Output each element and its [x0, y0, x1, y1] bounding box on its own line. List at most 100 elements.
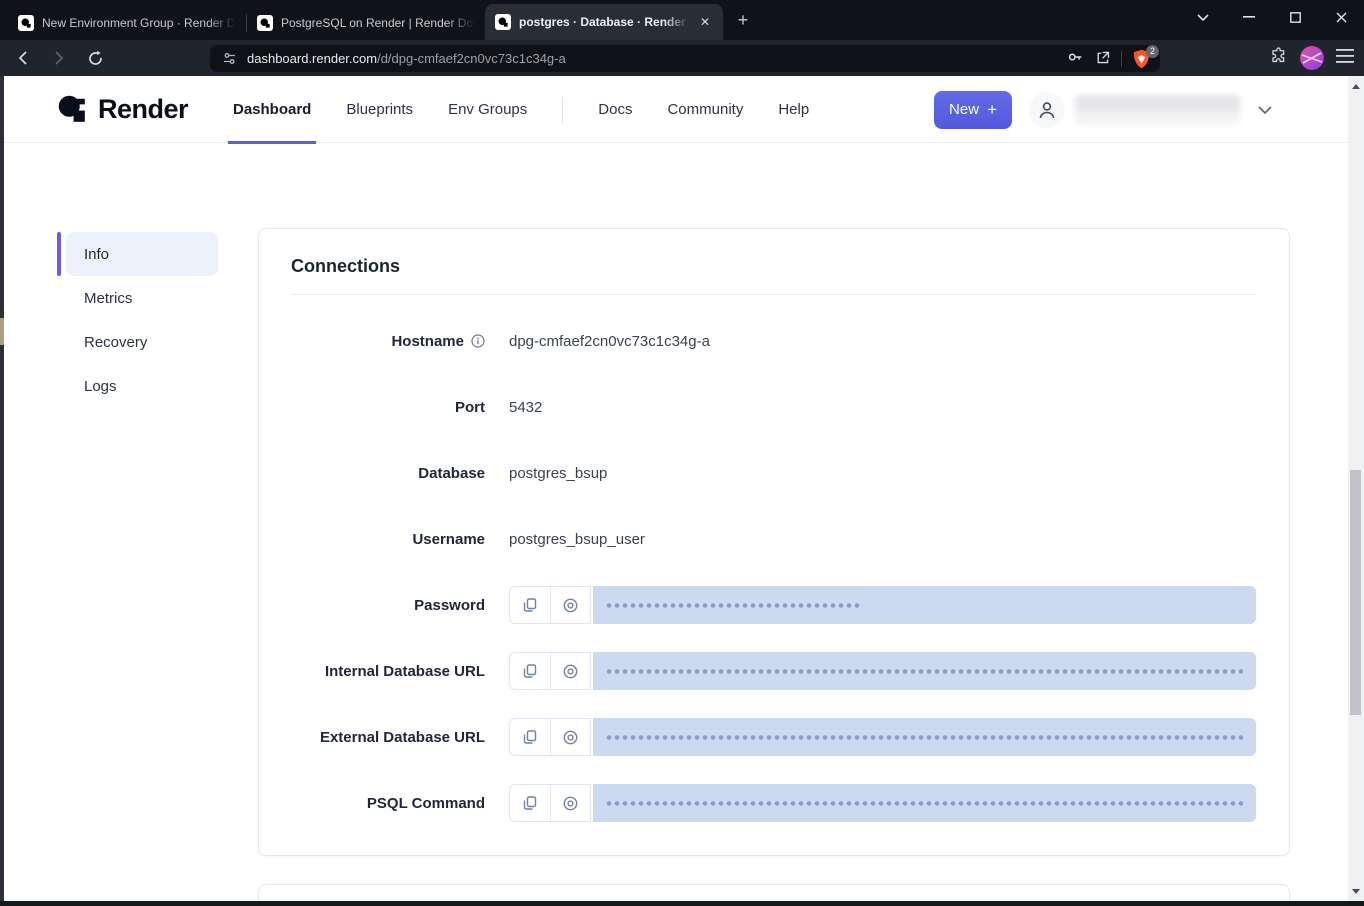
field-actions: [509, 718, 591, 756]
row-label-text: Port: [455, 399, 485, 416]
toolbar-right: [1269, 40, 1354, 76]
psql-command-masked-field[interactable]: [593, 784, 1256, 822]
reveal-eye-button[interactable]: [550, 719, 590, 755]
new-button-label: New: [949, 101, 979, 118]
masked-dots: [605, 735, 1243, 740]
forward-button[interactable]: [44, 43, 74, 73]
sidebar-item-info[interactable]: Info: [66, 232, 218, 276]
render-favicon-icon: [18, 15, 34, 31]
url-text: dashboard.render.com/d/dpg-cmfaef2cn0vc7…: [247, 51, 566, 66]
render-logo-icon: [58, 95, 88, 125]
row-label-text: Database: [418, 465, 485, 482]
nav-env-groups[interactable]: Env Groups: [448, 76, 527, 143]
scrollbar-thumb[interactable]: [1350, 470, 1361, 715]
tab-close-icon[interactable]: ✕: [697, 14, 713, 30]
site-settings-icon[interactable]: [222, 51, 237, 66]
connections-rows: Hostname dpg-cmfaef2cn0vc73c1c34g-a Port…: [259, 295, 1289, 822]
browser-tab-strip: New Environment Group · Render Das Postg…: [0, 0, 1364, 40]
copy-button[interactable]: [510, 587, 550, 623]
database-value[interactable]: postgres_bsup: [509, 465, 607, 482]
info-icon[interactable]: [471, 334, 485, 348]
browser-tab-active[interactable]: postgres · Database · Render Da ✕: [485, 4, 723, 40]
account-avatar[interactable]: [1029, 92, 1065, 128]
tab-search-chevron-icon[interactable]: [1180, 1, 1226, 33]
render-logo[interactable]: Render: [58, 76, 188, 143]
nav-dashboard[interactable]: Dashboard: [233, 76, 311, 143]
window-controls: [1180, 0, 1364, 34]
url-domain: dashboard.render.com: [247, 51, 377, 66]
external-url-masked-field[interactable]: [593, 718, 1256, 756]
account-chevron-down-icon[interactable]: [1258, 106, 1272, 114]
brave-shields-icon[interactable]: 2: [1132, 49, 1152, 69]
row-username: Username postgres_bsup_user: [291, 520, 1256, 558]
browser-tab-2[interactable]: PostgreSQL on Render | Render Docs: [247, 6, 485, 40]
connections-card: Connections Hostname dpg-cmfaef2cn0vc73c…: [258, 228, 1290, 856]
scroll-up-arrow-icon[interactable]: [1348, 78, 1364, 94]
minimize-button[interactable]: [1226, 1, 1272, 33]
app-header: Render Dashboard Blueprints Env Groups D…: [4, 76, 1348, 143]
reveal-eye-button[interactable]: [550, 587, 590, 623]
maximize-button[interactable]: [1272, 1, 1318, 33]
new-button[interactable]: New +: [934, 91, 1012, 129]
port-value[interactable]: 5432: [509, 399, 542, 416]
brand-name: Render: [98, 94, 188, 125]
copy-button[interactable]: [510, 719, 550, 755]
password-key-icon[interactable]: [1066, 48, 1084, 69]
nav-community[interactable]: Community: [667, 76, 743, 143]
address-bar-actions: 2: [1066, 45, 1152, 72]
close-window-button[interactable]: [1318, 1, 1364, 33]
row-label-text: Username: [412, 531, 485, 548]
password-masked-field[interactable]: [593, 586, 1256, 624]
window-edge-bottom: [0, 901, 1364, 906]
nav-blueprints[interactable]: Blueprints: [346, 76, 413, 143]
row-label-text: PSQL Command: [367, 795, 485, 812]
browser-tab-1[interactable]: New Environment Group · Render Das: [8, 6, 246, 40]
row-password: Password: [291, 586, 1256, 624]
render-dashboard-page: Render Dashboard Blueprints Env Groups D…: [0, 76, 1364, 901]
scroll-down-arrow-icon[interactable]: [1348, 883, 1364, 899]
copy-button[interactable]: [510, 653, 550, 689]
internal-url-masked-field[interactable]: [593, 652, 1256, 690]
copy-button[interactable]: [510, 785, 550, 821]
new-tab-button[interactable]: +: [729, 7, 757, 35]
address-bar[interactable]: dashboard.render.com/d/dpg-cmfaef2cn0vc7…: [210, 45, 1160, 72]
sidebar-item-label: Recovery: [84, 334, 147, 351]
hostname-value[interactable]: dpg-cmfaef2cn0vc73c1c34g-a: [509, 333, 710, 350]
masked-dots: [605, 669, 1243, 674]
reveal-eye-button[interactable]: [550, 785, 590, 821]
sidebar-item-label: Logs: [84, 378, 117, 395]
plus-icon: +: [987, 100, 997, 120]
browser-profile-avatar[interactable]: [1300, 46, 1324, 70]
browser-window: New Environment Group · Render Das Postg…: [0, 0, 1364, 906]
main-nav: Dashboard Blueprints Env Groups Docs Com…: [233, 76, 809, 143]
sidebar-item-metrics[interactable]: Metrics: [66, 276, 218, 320]
nav-help[interactable]: Help: [778, 76, 809, 143]
nav-divider: [562, 97, 563, 123]
reload-button[interactable]: [80, 43, 110, 73]
masked-dots: [605, 603, 863, 608]
row-port: Port 5432: [291, 388, 1256, 426]
url-path: /d/dpg-cmfaef2cn0vc73c1c34g-a: [377, 51, 566, 66]
page-scrollbar[interactable]: [1348, 76, 1364, 901]
window-edge-left: [0, 76, 4, 901]
browser-toolbar: dashboard.render.com/d/dpg-cmfaef2cn0vc7…: [0, 40, 1364, 76]
extensions-icon[interactable]: [1269, 46, 1288, 70]
header-right: New +: [934, 76, 1272, 143]
username-value[interactable]: postgres_bsup_user: [509, 531, 645, 548]
row-database: Database postgres_bsup: [291, 454, 1256, 492]
row-psql-command: PSQL Command: [291, 784, 1256, 822]
sidebar-item-recovery[interactable]: Recovery: [66, 320, 218, 364]
browser-menu-icon[interactable]: [1336, 49, 1354, 68]
sidebar: Info Metrics Recovery Logs: [66, 232, 218, 408]
field-actions: [509, 652, 591, 690]
render-favicon-icon: [257, 15, 273, 31]
window-edge-artifact: [0, 318, 4, 345]
row-label: Hostname: [291, 333, 485, 350]
nav-docs[interactable]: Docs: [598, 76, 632, 143]
back-button[interactable]: [8, 43, 38, 73]
reveal-eye-button[interactable]: [550, 653, 590, 689]
sidebar-item-logs[interactable]: Logs: [66, 364, 218, 408]
masked-dots: [605, 801, 1243, 806]
share-icon[interactable]: [1094, 49, 1111, 69]
sidebar-item-label: Info: [84, 246, 109, 263]
